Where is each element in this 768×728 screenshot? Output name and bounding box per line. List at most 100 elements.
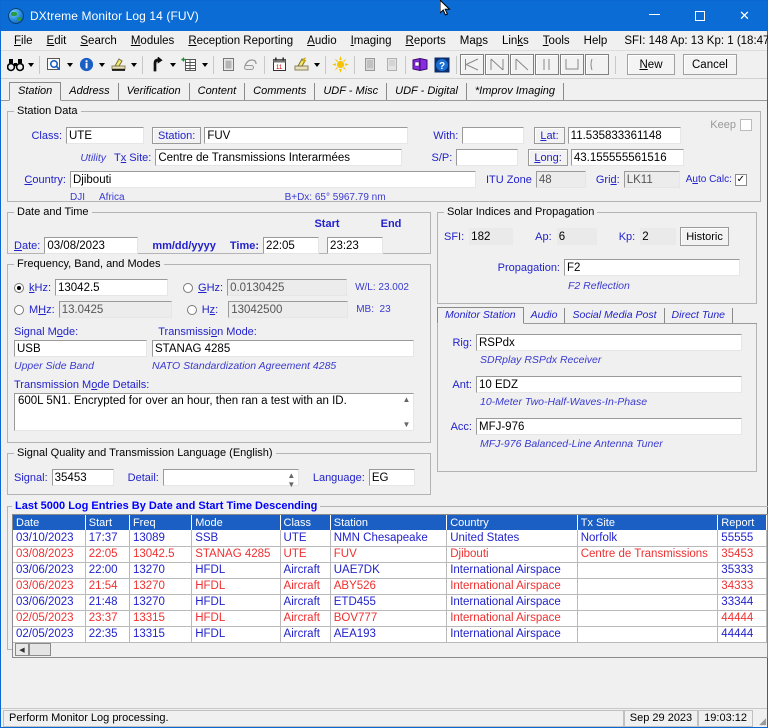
highlighter-icon[interactable] [107,54,129,76]
hz-radio[interactable] [187,305,197,315]
binoculars-icon[interactable] [4,54,26,76]
signal-input[interactable] [52,469,114,486]
tab-address[interactable]: Address [61,83,118,100]
hz-input[interactable] [228,301,348,318]
close-icon[interactable]: ✕ [722,1,767,31]
nav-stop-icon[interactable] [560,54,584,75]
grid-input[interactable] [624,171,680,188]
table-row[interactable]: 03/08/2023 22:05 13042.5 STANAG 4285 UTE… [13,546,766,562]
page-gray2-icon[interactable] [380,54,402,76]
nav-prev-icon[interactable] [485,54,509,75]
table-row[interactable]: 03/06/2023 22:00 13270 HFDL Aircraft UAE… [13,562,766,578]
station-button[interactable]: Station: [152,127,201,144]
propagation-input[interactable] [564,259,740,276]
menu-item-edit[interactable]: Edit [40,33,74,49]
col-class[interactable]: Class [280,515,330,530]
sp-input[interactable] [456,149,518,166]
table-row[interactable]: 03/06/2023 21:54 13270 HFDL Aircraft ABY… [13,578,766,594]
grid-dropdown-icon[interactable] [200,54,210,76]
log-horizontal-scrollbar[interactable]: ◀ [13,643,767,657]
ghz-radio[interactable] [183,283,193,293]
col-station[interactable]: Station [330,515,446,530]
subtab-monitor-station[interactable]: Monitor Station [437,307,524,324]
scroll-down-icon[interactable]: ▼ [403,420,411,429]
mhz-input[interactable] [59,301,172,318]
highlighter-dropdown-icon[interactable] [129,54,139,76]
paste-icon[interactable] [239,54,261,76]
ant-input[interactable] [476,376,742,393]
table-row[interactable]: 03/10/2023 17:37 13089 SSB UTE NMN Chesa… [13,530,766,546]
search-page-icon[interactable] [43,54,65,76]
nav-first-icon[interactable] [460,54,484,75]
info-icon[interactable] [75,54,97,76]
tune-dropdown-icon[interactable] [312,54,322,76]
txsite-input[interactable] [155,149,402,166]
latitude-input[interactable] [568,127,681,144]
detail-scroll-down-icon[interactable]: ▼ [287,480,295,489]
nav-next-icon[interactable] [510,54,534,75]
subtab-direct-tune[interactable]: Direct Tune [665,308,734,323]
cancel-button[interactable]: Cancel [683,54,737,75]
end-time-input[interactable] [327,237,383,254]
menu-item-file[interactable]: File [7,33,40,49]
copy-icon[interactable] [217,54,239,76]
table-row[interactable]: 02/05/2023 22:35 13315 HFDL Aircraft AEA… [13,626,766,642]
subtab-audio[interactable]: Audio [524,308,566,323]
mhz-radio[interactable] [14,305,24,315]
tab-udf-misc[interactable]: UDF - Misc [315,83,387,100]
menu-item-tools[interactable]: Tools [536,33,577,49]
station-input[interactable] [204,127,408,144]
autocalc-checkbox[interactable]: ✓ [735,174,747,186]
menu-item-reception-reporting[interactable]: Reception Reporting [181,33,300,49]
col-start[interactable]: Start [85,515,129,530]
col-freq[interactable]: Freq [129,515,191,530]
with-input[interactable] [462,127,524,144]
rig-input[interactable] [476,334,742,351]
col-txsite[interactable]: Tx Site [577,515,718,530]
khz-input[interactable] [55,279,168,296]
lat-button[interactable]: Lat: [534,127,564,144]
search-dropdown-icon[interactable] [65,54,75,76]
tab-improv-imaging[interactable]: *Improv Imaging [467,83,564,100]
tab-comments[interactable]: Comments [245,83,315,100]
page-gray-icon[interactable] [358,54,380,76]
language-input[interactable] [369,469,415,486]
minimize-button[interactable] [632,1,677,31]
tab-content[interactable]: Content [190,83,246,100]
grid-new-icon[interactable] [178,54,200,76]
subtab-social-media-post[interactable]: Social Media Post [565,308,664,323]
details-scrollbar[interactable]: ▲▼ [400,394,413,430]
detail-textarea[interactable]: ▲▼ [163,469,299,486]
tab-station[interactable]: Station [9,82,61,101]
col-report[interactable]: Report [718,515,766,530]
menu-item-help[interactable]: Help [577,33,615,49]
transmission-details-textarea[interactable]: 600L 5N1. Encrypted for over an hour, th… [14,393,414,431]
menu-item-imaging[interactable]: Imaging [344,33,399,49]
long-button[interactable]: Long: [528,149,568,166]
country-input[interactable] [70,171,476,188]
tune-icon[interactable] [290,54,312,76]
nav-last-icon[interactable] [535,54,559,75]
maximize-button[interactable] [677,1,722,31]
menu-item-maps[interactable]: Maps [453,33,495,49]
table-row[interactable]: 02/05/2023 23:37 13315 HFDL Aircraft BOV… [13,610,766,626]
historic-button[interactable]: Historic [680,227,729,246]
info-dropdown-icon[interactable] [97,54,107,76]
menu-item-links[interactable]: Links [495,33,536,49]
col-date[interactable]: Date [13,515,85,530]
signal-mode-input[interactable] [14,340,147,357]
tab-verification[interactable]: Verification [119,83,190,100]
itu-zone-input[interactable] [536,171,586,188]
tab-udf-digital[interactable]: UDF - Digital [387,83,467,100]
hscroll-thumb[interactable] [29,643,51,656]
arrow-up-icon[interactable] [146,54,168,76]
date-input[interactable] [44,237,138,254]
new-button[interactable]: New [627,54,675,75]
col-mode[interactable]: Mode [192,515,280,530]
start-time-input[interactable] [263,237,319,254]
arrow-dropdown-icon[interactable] [168,54,178,76]
menu-item-modules[interactable]: Modules [124,33,181,49]
khz-radio[interactable] [14,283,24,293]
calendar-icon[interactable]: 11 [268,54,290,76]
detail-scrollbar[interactable]: ▲▼ [285,470,298,485]
